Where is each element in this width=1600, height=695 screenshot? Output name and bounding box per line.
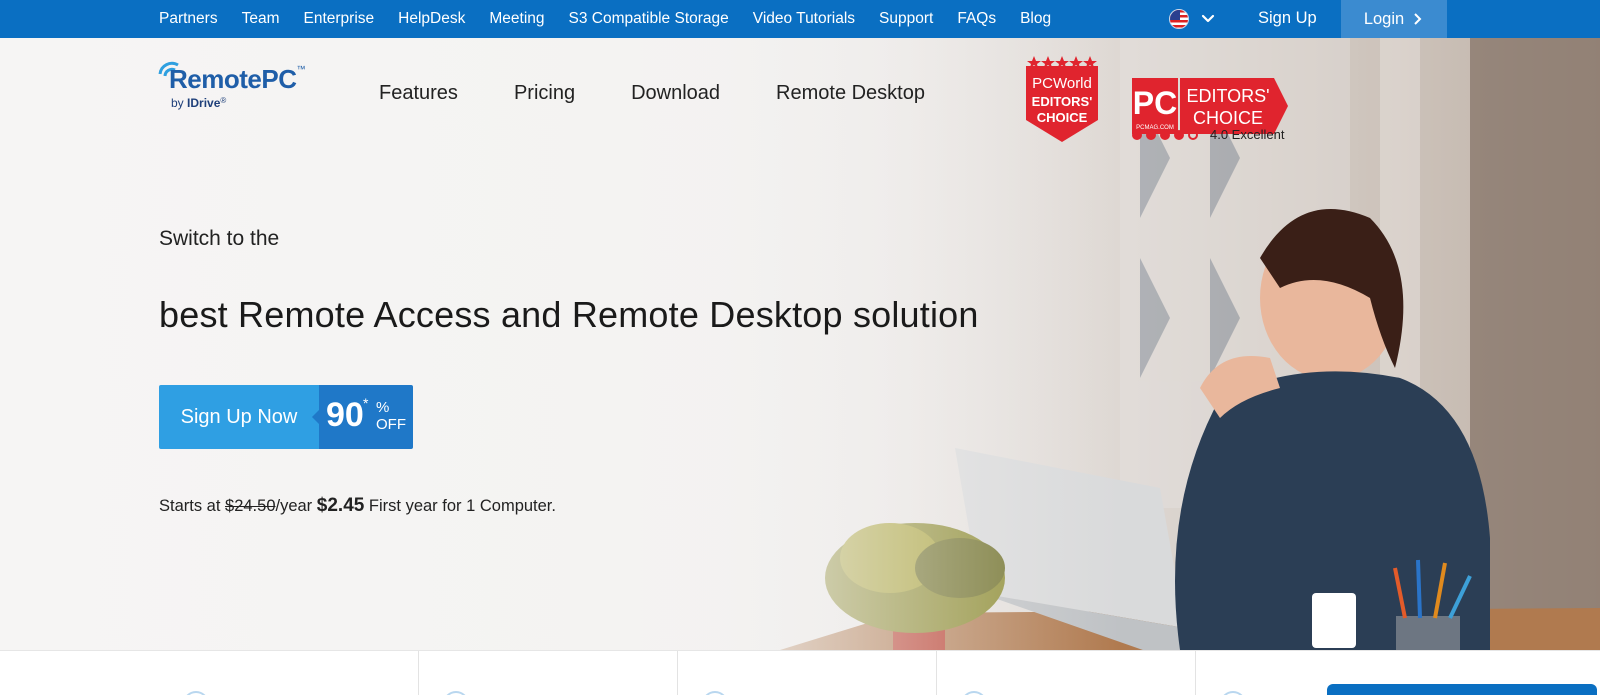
rating-dot-filled	[1146, 129, 1156, 140]
signup-now-label: Sign Up Now	[159, 385, 320, 449]
login-button[interactable]: Login	[1341, 0, 1447, 38]
column-divider	[418, 651, 419, 695]
nav-download[interactable]: Download	[631, 82, 720, 105]
logo-brand: RemotePC™	[169, 64, 305, 95]
top-nav-team[interactable]: Team	[242, 10, 280, 28]
feature-icon	[702, 691, 728, 695]
price-line: Starts at $24.50/year $2.45 First year f…	[159, 495, 556, 517]
rating-dot-filled	[1160, 129, 1170, 140]
feature-icon	[183, 691, 209, 695]
top-nav-s3-storage[interactable]: S3 Compatible Storage	[569, 10, 729, 28]
top-nav-blog[interactable]: Blog	[1020, 10, 1051, 28]
discount-badge: 90 * % OFF	[319, 385, 413, 449]
logo-brand-text: RemotePC	[169, 64, 297, 94]
price-suffix: First year for 1 Computer.	[364, 497, 556, 515]
rating-dot-filled	[1132, 129, 1142, 140]
logo-by: by	[171, 96, 184, 110]
top-nav-enterprise[interactable]: Enterprise	[304, 10, 375, 28]
chevron-right-icon	[1414, 13, 1422, 25]
discount-percent: %	[376, 399, 390, 416]
hero-title: best Remote Access and Remote Desktop so…	[159, 294, 979, 335]
nav-features[interactable]: Features	[379, 82, 458, 105]
pcworld-line3: CHOICE	[1037, 110, 1088, 125]
pcmag-logo: PC	[1133, 85, 1177, 121]
rating-dot-empty	[1188, 129, 1198, 140]
pcworld-line2: EDITORS'	[1032, 94, 1093, 109]
pcworld-award-badge: PCWorld EDITORS' CHOICE	[1026, 56, 1098, 142]
feature-icon	[443, 691, 469, 695]
top-nav-partners[interactable]: Partners	[159, 10, 218, 28]
logo-byline: by IDrive®	[171, 96, 226, 110]
top-nav-helpdesk[interactable]: HelpDesk	[398, 10, 465, 28]
logo-tm: ™	[296, 64, 305, 74]
top-nav-support[interactable]: Support	[879, 10, 933, 28]
main-nav: Features Pricing Download Remote Desktop	[379, 82, 981, 105]
top-nav-faqs[interactable]: FAQs	[957, 10, 996, 28]
feature-icon	[1220, 691, 1246, 695]
top-signup-link[interactable]: Sign Up	[1258, 9, 1317, 28]
top-nav-video-tutorials[interactable]: Video Tutorials	[753, 10, 855, 28]
hero-background-photo	[0, 38, 1600, 650]
discount-off: OFF	[376, 416, 406, 433]
chat-widget-tab[interactable]	[1327, 684, 1597, 695]
pcworld-line1: PCWorld	[1032, 75, 1092, 92]
top-nav: Partners Team Enterprise HelpDesk Meetin…	[159, 0, 1075, 38]
rating-dot-filled	[1174, 129, 1184, 140]
column-divider	[936, 651, 937, 695]
pcmag-rating: 4.0 Excellent	[1132, 127, 1284, 142]
nav-pricing[interactable]: Pricing	[514, 82, 575, 105]
remotepc-logo[interactable]: RemotePC™ by IDrive®	[157, 58, 327, 118]
feature-icon	[961, 691, 987, 695]
signup-now-button[interactable]: Sign Up Now 90 * % OFF	[159, 385, 413, 449]
hero-section	[0, 38, 1600, 650]
logo-company: IDrive	[187, 96, 221, 110]
top-bar: Partners Team Enterprise HelpDesk Meetin…	[0, 0, 1600, 38]
login-label: Login	[1363, 9, 1405, 28]
hero-kicker: Switch to the	[159, 227, 280, 250]
nav-remote-desktop[interactable]: Remote Desktop	[776, 82, 925, 105]
old-price: $24.50	[225, 497, 276, 515]
us-flag-icon[interactable]	[1169, 9, 1189, 29]
column-divider	[1195, 651, 1196, 695]
pcmag-line1: EDITORS'	[1186, 86, 1269, 106]
rating-text: 4.0 Excellent	[1210, 127, 1285, 142]
logo-reg: ®	[220, 96, 227, 105]
top-nav-meeting[interactable]: Meeting	[489, 10, 544, 28]
per-year: /year	[275, 497, 317, 515]
discount-asterisk: *	[363, 395, 369, 411]
discount-number: 90	[326, 396, 364, 434]
column-divider	[677, 651, 678, 695]
new-price: $2.45	[316, 495, 365, 516]
pcmag-line2: CHOICE	[1193, 108, 1263, 128]
flag-canton	[1170, 10, 1180, 20]
chevron-down-icon[interactable]	[1199, 10, 1217, 28]
price-prefix: Starts at	[159, 497, 226, 515]
